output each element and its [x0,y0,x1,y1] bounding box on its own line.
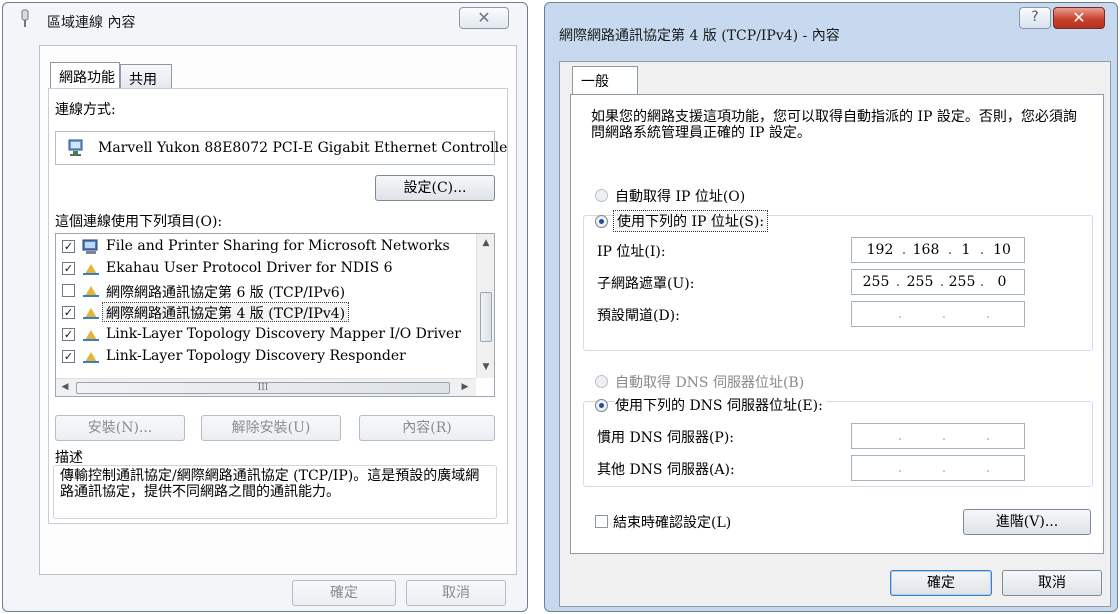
validate-on-exit-label: 結束時確認設定(L) [613,515,732,531]
network-adapter-icon [68,139,83,156]
protocol-icon [83,286,99,297]
protocol-icon [83,352,99,363]
item-checkbox[interactable]: ✓ [62,306,75,319]
tab-sharing[interactable]: 共用 [120,64,172,88]
network-adapter-icon [21,9,29,27]
use-following-ip-label: 使用下列的 IP 位址(S): [613,210,769,232]
scrollbar-thumb[interactable]: III [76,382,450,394]
protocol-icon [83,308,99,319]
list-item[interactable]: ✓ File and Printer Sharing for Microsoft… [56,236,456,258]
item-label: Ekahau User Protocol Driver for NDIS 6 [106,260,393,276]
local-area-connection-properties-dialog: 區域連線 內容 ✕ 網路功能 共用 連線方式: Marvell Yukon 88… [2,2,528,612]
scroll-right-arrow-icon[interactable]: ▶ [460,382,470,392]
connect-using-label: 連線方式: [55,102,116,118]
scroll-up-arrow-icon[interactable]: ▲ [477,238,494,248]
preferred-dns-label: 慣用 DNS 伺服器(P): [597,430,735,446]
adapter-name: Marvell Yukon 88E8072 PCI-E Gigabit Ethe… [98,140,508,156]
item-checkbox[interactable]: ✓ [62,262,75,275]
ok-button[interactable]: 確定 [292,580,396,606]
obtain-dns-auto-label: 自動取得 DNS 伺服器位址(B) [615,375,805,391]
mask-octet[interactable]: 255 [860,270,892,294]
obtain-ip-auto-label: 自動取得 IP 位址(O) [615,189,746,205]
list-item-selected[interactable]: ✓ 網際網路通訊協定第 4 版 (TCP/IPv4) [56,302,456,324]
ip-octet[interactable]: 168 [910,238,942,262]
item-label: 網際網路通訊協定第 6 版 (TCP/IPv6) [106,285,346,301]
preferred-dns-field[interactable]: ... [851,423,1025,449]
general-tab-panel: 如果您的網路支援這項功能，您可以取得自動指派的 IP 設定。否則，您必須詢問網路… [570,94,1104,554]
subnet-mask-field[interactable]: 255 . 255 . 255 . 0 [851,269,1025,295]
use-following-ip-radio[interactable] [595,215,608,228]
item-label: Link-Layer Topology Discovery Mapper I/O… [106,326,461,342]
ok-button[interactable]: 確定 [890,570,992,596]
network-share-icon [82,239,98,254]
description-title: 描述 [55,450,83,466]
cancel-button[interactable]: 取消 [1002,570,1102,596]
item-checkbox[interactable]: ✓ [62,240,75,253]
list-item[interactable]: ✓ Ekahau User Protocol Driver for NDIS 6 [56,258,456,280]
subnet-mask-label: 子網路遮罩(U): [597,276,695,292]
vertical-scrollbar[interactable]: ▲ ▼ [476,234,494,378]
default-gateway-label: 預設閘道(D): [597,308,680,324]
dialog-body: 網路功能 共用 連線方式: Marvell Yukon 88E8072 PCI-… [39,45,517,606]
tab-general[interactable]: 一般 [572,66,638,94]
use-following-dns-radio[interactable] [595,399,608,412]
dialog-body: 一般 如果您的網路支援這項功能，您可以取得自動指派的 IP 設定。否則，您必須詢… [559,61,1111,607]
validate-on-exit-checkbox[interactable] [595,515,608,528]
item-label: Link-Layer Topology Discovery Responder [106,348,406,364]
scroll-left-arrow-icon[interactable]: ◀ [60,382,70,392]
dialog-title: 區域連線 內容 [47,15,136,31]
item-label: File and Printer Sharing for Microsoft N… [106,238,450,254]
install-button[interactable]: 安裝(N)... [55,415,185,441]
list-item[interactable]: ✓ Link-Layer Topology Discovery Mapper I… [56,324,461,346]
alternate-dns-label: 其他 DNS 伺服器(A): [597,462,735,478]
intro-text: 如果您的網路支援這項功能，您可以取得自動指派的 IP 設定。否則，您必須詢問網路… [591,109,1077,141]
components-list[interactable]: ✓ File and Printer Sharing for Microsoft… [55,233,495,397]
item-checkbox[interactable]: ✓ [62,328,75,341]
horizontal-scrollbar[interactable]: ◀ III ▶ [56,378,476,396]
ip-address-label: IP 位址(I): [597,244,666,260]
obtain-ip-auto-radio[interactable] [595,189,608,202]
ip-address-field[interactable]: 192 . 168 . 1 . 10 [851,237,1025,263]
networking-tab-panel: 連線方式: Marvell Yukon 88E8072 PCI-E Gigabi… [48,88,508,524]
cancel-button[interactable]: 取消 [406,580,506,606]
protocol-icon [83,330,99,341]
scrollbar-thumb[interactable] [480,292,492,342]
items-label: 這個連線使用下列項目(O): [55,214,223,230]
properties-button[interactable]: 內容(R) [359,415,495,441]
advanced-button[interactable]: 進階(V)... [963,509,1091,535]
mask-octet[interactable]: 255 [946,270,978,294]
list-item[interactable]: ✓ Link-Layer Topology Discovery Responde… [56,346,456,368]
scroll-down-arrow-icon[interactable]: ▼ [477,362,494,372]
ip-octet[interactable]: 10 [986,238,1018,262]
tab-networking[interactable]: 網路功能 [50,62,120,88]
obtain-dns-auto-radio[interactable] [595,375,608,388]
title-bar[interactable]: 網際網路通訊協定第 4 版 (TCP/IPv4) - 內容 ? ✕ [545,3,1117,44]
use-following-dns-label: 使用下列的 DNS 伺服器位址(E): [615,395,826,415]
item-checkbox[interactable]: ✓ [62,350,75,363]
configure-button[interactable]: 設定(C)... [375,175,495,201]
mask-octet[interactable]: 0 [986,270,1018,294]
title-bar[interactable]: 區域連線 內容 ✕ [3,3,527,35]
description-text: 傳輸控制通訊協定/網際網路通訊協定 (TCP/IP)。這是預設的廣域網路通訊協定… [60,468,480,500]
ip-octet[interactable]: 192 [864,238,896,262]
adapter-name-field: Marvell Yukon 88E8072 PCI-E Gigabit Ethe… [55,131,507,165]
list-item[interactable]: 網際網路通訊協定第 6 版 (TCP/IPv6) [56,280,456,302]
dialog-title: 網際網路通訊協定第 4 版 (TCP/IPv4) - 內容 [559,28,840,44]
uninstall-button[interactable]: 解除安裝(U) [201,415,341,441]
mask-octet[interactable]: 255 [904,270,936,294]
item-checkbox[interactable] [62,284,75,297]
protocol-icon [83,264,99,275]
close-button[interactable]: ✕ [1053,7,1105,29]
description-group: 傳輸控制通訊協定/網際網路通訊協定 (TCP/IP)。這是預設的廣域網路通訊協定… [53,465,497,519]
item-label: 網際網路通訊協定第 4 版 (TCP/IPv4) [102,302,350,322]
alternate-dns-field[interactable]: ... [851,455,1025,481]
help-button[interactable]: ? [1019,7,1051,29]
tcpipv4-properties-dialog: 網際網路通訊協定第 4 版 (TCP/IPv4) - 內容 ? ✕ 一般 如果您… [544,2,1118,612]
close-button[interactable]: ✕ [459,7,509,29]
default-gateway-field[interactable]: ... [851,301,1025,327]
